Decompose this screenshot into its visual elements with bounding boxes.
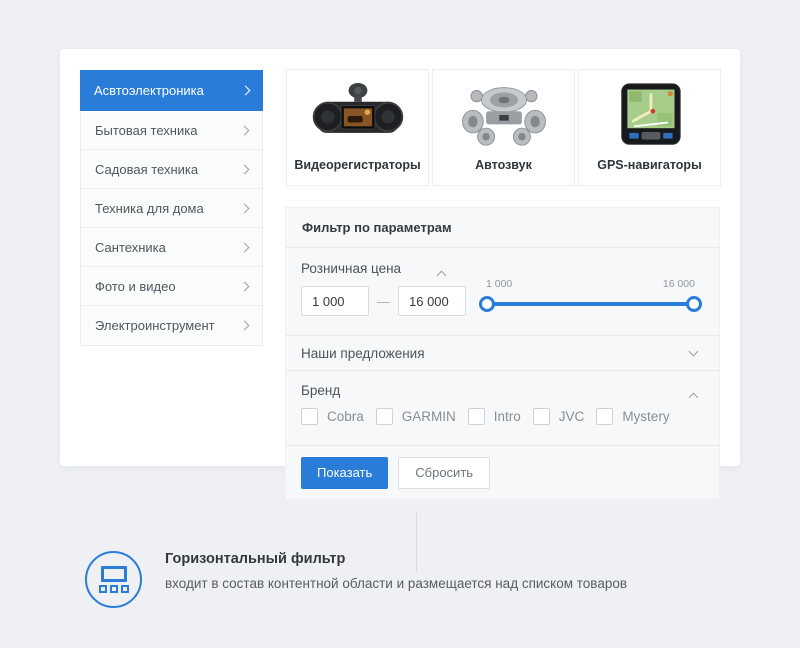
- slider-max-label: 16 000: [663, 278, 695, 290]
- sidebar-item-label: Сантехника: [95, 240, 166, 255]
- category-label: Автозвук: [475, 158, 532, 172]
- page: Асвтоэлектроника Бытовая техника Садовая…: [0, 0, 800, 648]
- sidebar-item-label: Садовая техника: [95, 162, 198, 177]
- category-label: GPS-навигаторы: [597, 158, 702, 172]
- range-separator: —: [377, 294, 390, 309]
- chevron-right-icon: [241, 86, 251, 96]
- sidebar-item-avtoelektronika[interactable]: Асвтоэлектроника: [80, 70, 263, 111]
- sidebar-item-tekhnika-dlya-doma[interactable]: Техника для дома: [81, 189, 262, 228]
- checkbox-label: GARMIN: [402, 409, 456, 424]
- sidebar-item-santekhnika[interactable]: Сантехника: [81, 228, 262, 267]
- layout-rect-glyph: [101, 566, 127, 582]
- price-section-label: Розничная цена: [301, 261, 401, 276]
- sidebar-item-bytovaya-tekhnika[interactable]: Бытовая техника: [81, 111, 262, 150]
- brand-checkbox-mystery[interactable]: Mystery: [596, 408, 669, 425]
- price-max-input[interactable]: [398, 286, 466, 316]
- sidebar-item-label: Фото и видео: [95, 279, 176, 294]
- category-card-dashcams[interactable]: Видеорегистраторы: [286, 69, 429, 186]
- brand-checkbox-jvc[interactable]: JVC: [533, 408, 585, 425]
- chevron-right-icon: [240, 321, 250, 331]
- chevron-right-icon: [240, 125, 250, 135]
- checkbox-label: Intro: [494, 409, 521, 424]
- chevron-right-icon: [240, 164, 250, 174]
- sidebar-item-elektroinstrument[interactable]: Электроинструмент: [81, 306, 262, 345]
- sidebar-item-label: Техника для дома: [95, 201, 204, 216]
- apply-button[interactable]: Показать: [301, 457, 388, 489]
- sidebar-item-label: Асвтоэлектроника: [94, 83, 204, 98]
- checkbox[interactable]: [301, 408, 318, 425]
- brand-checkbox-garmin[interactable]: GARMIN: [376, 408, 456, 425]
- chevron-up-icon[interactable]: [690, 388, 697, 406]
- chevron-down-icon[interactable]: [689, 347, 699, 357]
- slider-min-label: 1 000: [486, 278, 512, 290]
- dashcam-image: [306, 82, 410, 148]
- brand-options: Cobra GARMIN Intro JVC Mystery: [301, 408, 670, 425]
- filter-section-price: Розничная цена — 1 000 16 000: [286, 248, 719, 336]
- price-inputs: —: [301, 286, 466, 316]
- checkbox[interactable]: [376, 408, 393, 425]
- checkbox[interactable]: [596, 408, 613, 425]
- chevron-up-icon[interactable]: [438, 266, 445, 284]
- filter-section-offers[interactable]: Наши предложения: [286, 336, 719, 371]
- horizontal-filter-layout-icon: [85, 551, 142, 608]
- reset-button[interactable]: Сбросить: [398, 457, 490, 489]
- checkbox-label: JVC: [559, 409, 585, 424]
- car-audio-image: [452, 82, 556, 148]
- annotation-description: входит в состав контентной области и раз…: [165, 576, 627, 591]
- filter-title: Фильтр по параметрам: [286, 208, 719, 248]
- checkbox[interactable]: [468, 408, 485, 425]
- price-slider-handle-min[interactable]: [479, 296, 495, 312]
- annotation-title: Горизонтальный фильтр: [165, 551, 627, 567]
- price-slider-handle-max[interactable]: [686, 296, 702, 312]
- category-card-car-audio[interactable]: Автозвук: [432, 69, 575, 186]
- annotation: Горизонтальный фильтр входит в состав ко…: [165, 551, 627, 591]
- subcategory-cards: Видеорегистраторы Автозвук: [286, 69, 721, 186]
- price-min-input[interactable]: [301, 286, 369, 316]
- gps-navigator-image: [598, 82, 702, 148]
- filter-section-brand: Бренд Cobra GARMIN Intro JVC: [286, 371, 719, 446]
- horizontal-filter-panel: Фильтр по параметрам Розничная цена — 1 …: [285, 207, 720, 500]
- sidebar-item-label: Бытовая техника: [95, 123, 197, 138]
- price-slider-labels: 1 000 16 000: [486, 278, 695, 290]
- price-slider-track[interactable]: [486, 302, 695, 306]
- category-sidebar: Асвтоэлектроника Бытовая техника Садовая…: [80, 70, 263, 346]
- checkbox-label: Cobra: [327, 409, 364, 424]
- chevron-right-icon: [240, 281, 250, 291]
- category-label: Видеорегистраторы: [294, 158, 420, 172]
- chevron-right-icon: [240, 242, 250, 252]
- offers-section-label: Наши предложения: [301, 346, 425, 361]
- chevron-right-icon: [240, 203, 250, 213]
- sidebar-item-sadovaya-tekhnika[interactable]: Садовая техника: [81, 150, 262, 189]
- layout-squares-glyph: [99, 585, 129, 593]
- brand-section-label: Бренд: [301, 383, 340, 398]
- checkbox[interactable]: [533, 408, 550, 425]
- checkbox-label: Mystery: [622, 409, 669, 424]
- brand-checkbox-cobra[interactable]: Cobra: [301, 408, 364, 425]
- sidebar-item-label: Электроинструмент: [95, 318, 215, 333]
- filter-actions: Показать Сбросить: [286, 446, 719, 499]
- sidebar-item-foto-i-video[interactable]: Фото и видео: [81, 267, 262, 306]
- price-slider: 1 000 16 000: [486, 278, 695, 306]
- category-card-gps-navigators[interactable]: GPS-навигаторы: [578, 69, 721, 186]
- brand-checkbox-intro[interactable]: Intro: [468, 408, 521, 425]
